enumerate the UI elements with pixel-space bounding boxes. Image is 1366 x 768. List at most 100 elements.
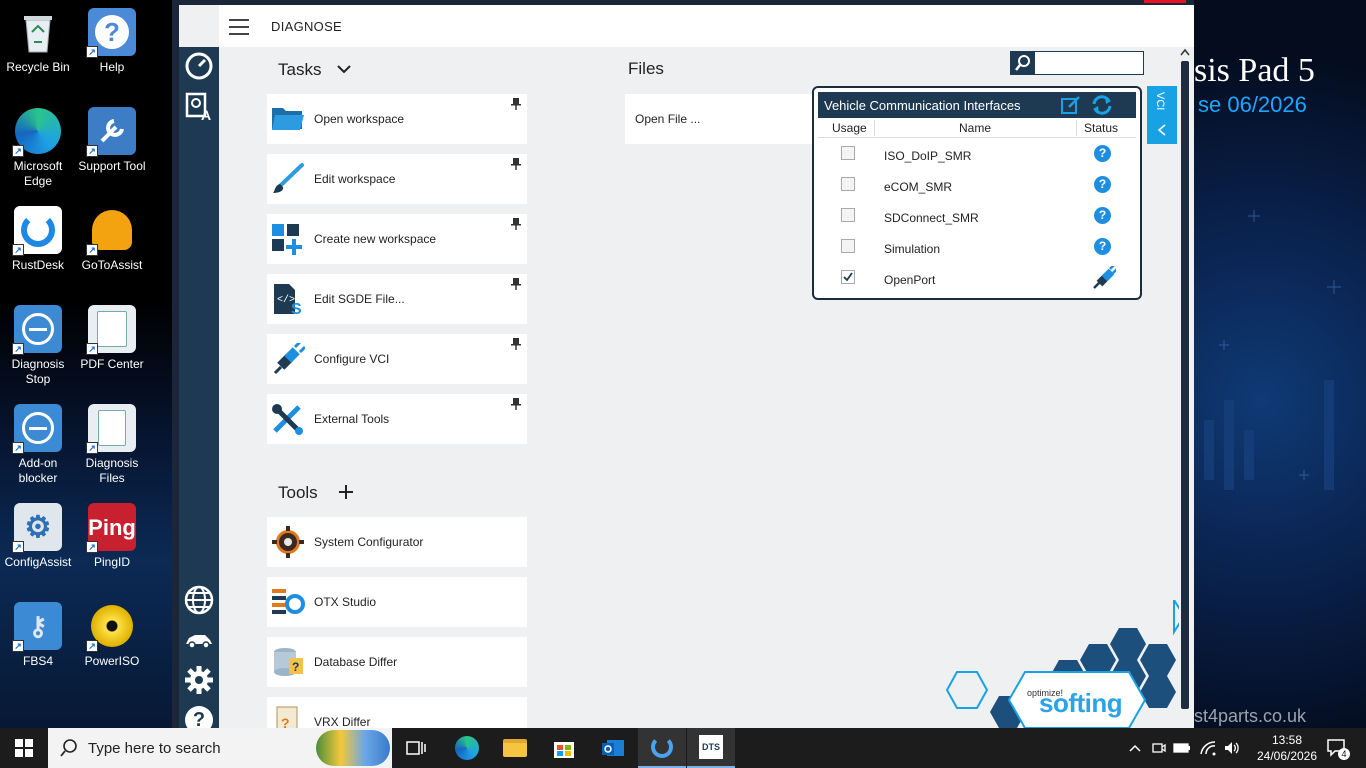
search-button[interactable]: [1011, 52, 1035, 74]
search-input[interactable]: [1037, 54, 1139, 72]
task-external-tools[interactable]: External Tools: [267, 394, 527, 444]
desktop-icon-poweriso[interactable]: ↗ PowerISO: [74, 594, 150, 669]
taskbar-rustdesk[interactable]: [638, 728, 686, 768]
desktop-icon-addon-blocker[interactable]: ↗ Add-on blocker: [0, 396, 76, 486]
desktop-icon-help[interactable]: ? ↗ Help: [74, 0, 150, 75]
usage-checkbox[interactable]: [841, 146, 855, 160]
window-close-button[interactable]: [1144, 0, 1186, 3]
tray-meet[interactable]: [1150, 728, 1168, 768]
nav-settings[interactable]: [179, 661, 219, 699]
task-configure-vci[interactable]: Configure VCI: [267, 334, 527, 384]
usage-checkbox[interactable]: [841, 239, 855, 253]
taskbar-outlook[interactable]: [589, 728, 637, 768]
task-label: Create new workspace: [314, 232, 437, 246]
pin-icon[interactable]: [511, 278, 521, 290]
status-unknown-icon: ?: [1094, 176, 1111, 193]
battery-icon: [1173, 743, 1190, 753]
column-name[interactable]: Name: [959, 121, 991, 135]
task-view-button[interactable]: [392, 728, 440, 768]
taskbar-file-explorer[interactable]: [491, 728, 539, 768]
open-file-button[interactable]: Open File ...: [625, 94, 825, 144]
plus-icon[interactable]: [339, 485, 353, 499]
desktop-icon-diagnosis-files[interactable]: ↗ Diagnosis Files: [74, 396, 150, 486]
desktop-icon-configassist[interactable]: ⚙ ↗ ConfigAssist: [0, 495, 76, 570]
taskbar-dts[interactable]: DTS: [687, 728, 735, 768]
nav-vehicle[interactable]: [179, 621, 219, 659]
refresh-icon[interactable]: [1090, 94, 1114, 116]
nav-speedometer[interactable]: [179, 47, 219, 85]
status-unknown-icon: ?: [1094, 207, 1111, 224]
vci-name: OpenPort: [884, 273, 936, 287]
column-status[interactable]: Status: [1084, 121, 1118, 135]
desktop-icon-fbs4[interactable]: ⚷ ↗ FBS4: [0, 594, 76, 669]
tray-overflow-chevron[interactable]: [1126, 728, 1144, 768]
pin-icon[interactable]: [511, 98, 521, 110]
usage-checkbox[interactable]: [841, 177, 855, 191]
nav-search-translate[interactable]: A: [179, 87, 219, 125]
desktop-icon-label: FBS4: [22, 654, 53, 668]
configassist-icon: ⚙ ↗: [12, 503, 62, 553]
pin-icon[interactable]: [511, 398, 521, 410]
tool-vrx-differ[interactable]: ? VRX Differ: [267, 697, 527, 728]
pin-icon[interactable]: [511, 338, 521, 350]
help-icon: ? ↗: [86, 8, 136, 58]
notification-count: 4: [1338, 748, 1350, 760]
taskbar-edge[interactable]: [443, 728, 491, 768]
tray-volume[interactable]: [1222, 728, 1242, 768]
desktop-icon-pingid[interactable]: Ping ↗ PingID: [74, 495, 150, 570]
desktop-icon-edge[interactable]: ↗ Microsoft Edge: [0, 99, 76, 189]
usage-checkbox[interactable]: [841, 270, 855, 284]
chevron-down-icon[interactable]: [337, 64, 351, 74]
desktop-icon-rustdesk[interactable]: ↗ RustDesk: [0, 198, 76, 273]
svg-text:A: A: [201, 107, 211, 121]
usage-checkbox[interactable]: [841, 208, 855, 222]
desktop-icon-support-tool[interactable]: ↗ Support Tool: [74, 99, 150, 174]
pin-icon[interactable]: [511, 218, 521, 230]
gear-icon: [185, 666, 213, 694]
plug-icon: [271, 340, 307, 375]
desktop-icon-label: Diagnosis Stop: [11, 357, 65, 386]
desktop-icon-diagnosis-stop[interactable]: ↗ Diagnosis Stop: [0, 297, 76, 387]
desktop-icon-gotoassist[interactable]: ↗ GoToAssist: [74, 198, 150, 273]
task-edit-workspace[interactable]: Edit workspace: [267, 154, 527, 204]
scroll-thumb[interactable]: [1181, 61, 1189, 709]
fbs4-icon: ⚷ ↗: [12, 602, 62, 652]
edge-icon: ↗: [12, 107, 62, 157]
action-center-button[interactable]: 4: [1322, 728, 1352, 768]
chevron-left-icon: [1157, 124, 1166, 136]
taskbar-clock[interactable]: 13:58 24/06/2026: [1256, 732, 1318, 764]
vci-row[interactable]: Simulation?: [818, 232, 1136, 263]
tools-title: Tools: [278, 483, 318, 502]
vci-row[interactable]: eCOM_SMR?: [818, 170, 1136, 201]
scroll-up-arrow[interactable]: [1180, 47, 1190, 57]
desktop-icon-pdf-center[interactable]: ↗ PDF Center: [74, 297, 150, 372]
tool-label: System Configurator: [314, 535, 424, 549]
column-usage[interactable]: Usage: [832, 121, 867, 135]
edit-icon[interactable]: [1060, 95, 1082, 115]
pin-icon[interactable]: [511, 158, 521, 170]
vci-row[interactable]: SDConnect_SMR?: [818, 201, 1136, 232]
start-button[interactable]: [0, 728, 48, 768]
softing-wordmark: softing: [1039, 688, 1123, 718]
vertical-scrollbar[interactable]: [1178, 47, 1192, 728]
hamburger-menu-icon[interactable]: [229, 19, 249, 35]
vci-row[interactable]: ISO_DoIP_SMR?: [818, 139, 1136, 170]
tool-otx-studio[interactable]: OTX Studio: [267, 577, 527, 627]
sgde-file-icon: </> S: [271, 283, 305, 318]
vci-row[interactable]: OpenPort: [818, 263, 1136, 294]
taskbar-search-box[interactable]: Type here to search: [48, 728, 392, 768]
tool-system-configurator[interactable]: System Configurator: [267, 517, 527, 567]
tray-wifi[interactable]: [1198, 728, 1218, 768]
recycle-bin-icon: [14, 8, 62, 56]
desktop-icon-recycle-bin[interactable]: Recycle Bin: [0, 0, 76, 75]
tool-database-differ[interactable]: ? Database Differ: [267, 637, 527, 687]
vci-side-tab[interactable]: VCI: [1147, 86, 1177, 144]
task-create-new-workspace[interactable]: Create new workspace: [267, 214, 527, 264]
tray-battery[interactable]: [1172, 728, 1192, 768]
nav-globe[interactable]: [179, 581, 219, 619]
globe-icon: [184, 585, 214, 615]
taskbar-store[interactable]: [540, 728, 588, 768]
task-open-workspace[interactable]: Open workspace: [267, 94, 527, 144]
task-edit-sgde-file[interactable]: </> S Edit SGDE File...: [267, 274, 527, 324]
task-label: Open workspace: [314, 112, 405, 126]
